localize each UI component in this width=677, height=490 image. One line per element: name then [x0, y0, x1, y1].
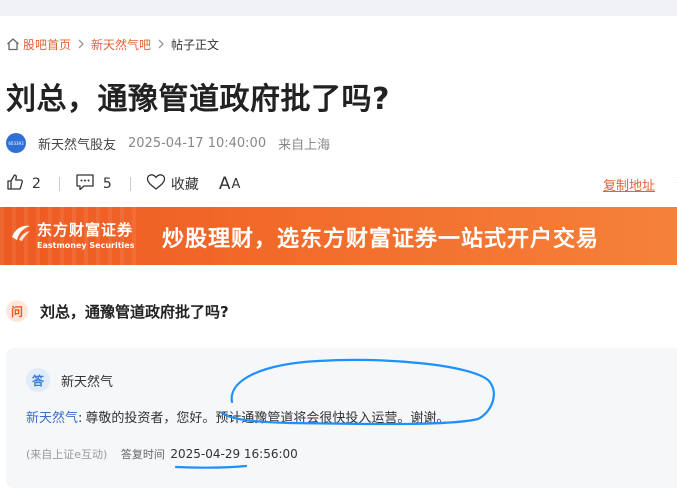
- answer-text: 尊敬的投资者，您好。预计通豫管道将会很快投入运营。谢谢。: [85, 411, 450, 426]
- favorite-label: 收藏: [170, 177, 199, 193]
- thumbs-up-icon: [6, 173, 24, 195]
- font-large-glyph: A: [218, 174, 232, 194]
- comment-button[interactable]: 5: [75, 173, 112, 195]
- breadcrumb: 股吧首页 新天然气吧 帖子正文: [6, 36, 219, 52]
- brand-swoosh-icon: [10, 222, 32, 248]
- divider: [129, 177, 131, 191]
- heart-icon: [146, 173, 166, 195]
- brand-name-en: Eastmoney Securities: [37, 241, 135, 250]
- breadcrumb-current: 帖子正文: [171, 37, 220, 52]
- answer-badge: 答: [26, 368, 50, 392]
- post-title: 刘总，通豫管道政府批了吗?: [6, 82, 390, 117]
- breadcrumb-forum-link[interactable]: 新天然气吧: [91, 36, 151, 53]
- divider: [58, 177, 60, 191]
- answer-body: 新天然气: 尊敬的投资者，您好。预计通豫管道将会很快投入运营。谢谢。: [26, 407, 449, 426]
- breadcrumb-home-link[interactable]: 股吧首页: [23, 36, 71, 53]
- comment-icon: [75, 173, 95, 195]
- answer-card: 答 新天然气 新天然气: 尊敬的投资者，您好。预计通豫管道将会很快投入运营。谢谢。…: [6, 348, 677, 488]
- question-badge: 问: [6, 300, 28, 322]
- banner-slogan: 炒股理财，选东方财富证券一站式开户交易: [162, 227, 600, 252]
- answer-source: (来自上证e互动): [26, 448, 108, 461]
- chevron-right-icon: [77, 39, 85, 49]
- answer-header: 答 新天然气: [26, 368, 113, 392]
- like-count: 2: [32, 176, 41, 192]
- question-text: 刘总，通豫管道政府批了吗?: [40, 302, 229, 321]
- answer-colon: :: [78, 411, 83, 426]
- font-size-button[interactable]: AA: [219, 174, 242, 194]
- post-location: 来自上海: [278, 137, 331, 153]
- post-time: 2025-04-17 10:40:00: [128, 135, 267, 151]
- answer-footer: (来自上证e互动) 答复时间 2025-04-29 16:56:00: [26, 446, 298, 462]
- answer-time: 2025-04-29 16:56:00: [170, 447, 298, 461]
- avatar[interactable]: 603393: [6, 133, 26, 153]
- brand-name: 东方财富证券: [37, 221, 134, 239]
- answer-user-link[interactable]: 新天然气: [26, 411, 78, 426]
- copy-link[interactable]: 复制地址: [603, 175, 655, 194]
- like-button[interactable]: 2: [6, 173, 41, 195]
- top-bar: [0, 0, 677, 16]
- brand-logo: 东方财富证券 Eastmoney Securities: [10, 219, 134, 250]
- author-name[interactable]: 新天然气股友: [38, 134, 116, 153]
- home-icon[interactable]: [6, 37, 20, 51]
- comment-count: 5: [102, 176, 112, 192]
- favorite-button[interactable]: 收藏: [146, 173, 199, 195]
- answer-time-label: 答复时间: [120, 448, 165, 461]
- action-bar: 2 5 收藏 AA 复制地址 分: [6, 173, 677, 195]
- chevron-right-icon: [157, 39, 165, 49]
- font-small-glyph: A: [231, 176, 242, 192]
- answerer-name: 新天然气: [61, 374, 114, 390]
- ad-banner[interactable]: 东方财富证券 Eastmoney Securities 炒股理财，选东方财富证券…: [0, 207, 677, 265]
- question-row: 问 刘总，通豫管道政府批了吗?: [6, 300, 229, 322]
- post-meta: 603393 新天然气股友 2025-04-17 10:40:00 来自上海: [6, 132, 330, 154]
